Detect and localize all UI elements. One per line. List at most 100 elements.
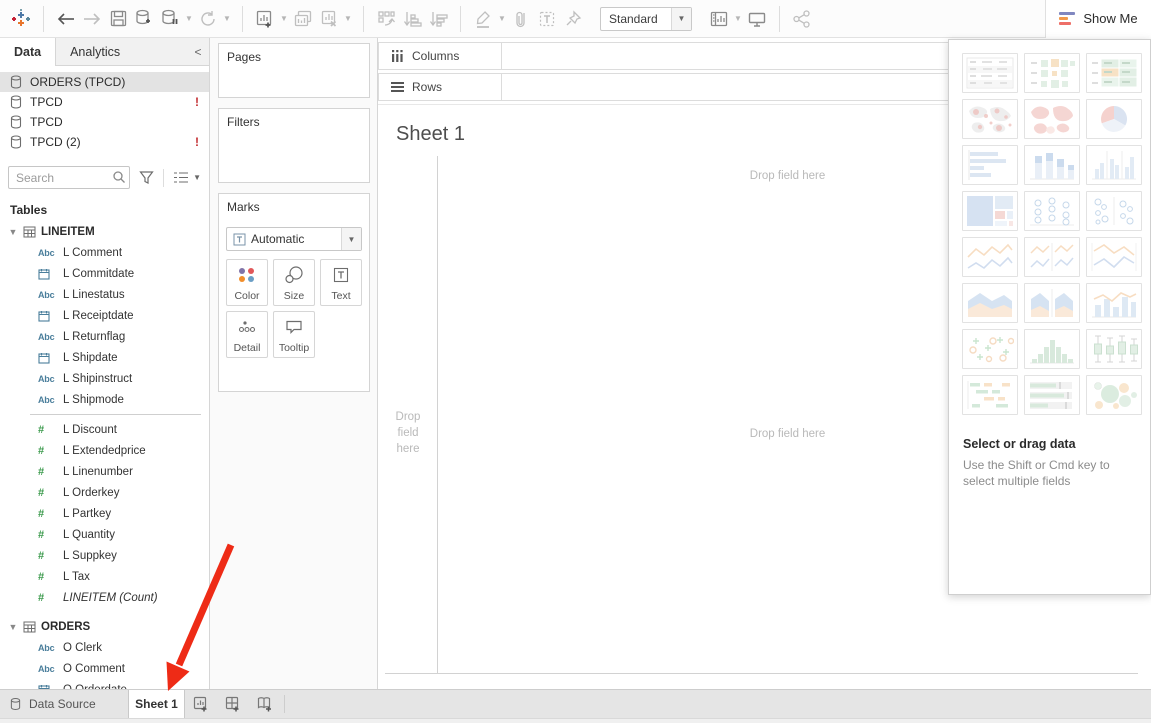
sort-descending-icon[interactable] <box>425 6 451 32</box>
showme-filled-map-icon[interactable] <box>1024 99 1080 139</box>
showme-dual-combination-icon[interactable] <box>1086 283 1142 323</box>
data-source-item[interactable]: ORDERS (TPCD) <box>0 72 209 92</box>
new-worksheet-tab-button[interactable] <box>185 690 217 718</box>
field-row[interactable]: AbcL Comment <box>0 242 209 263</box>
field-row[interactable]: L Shipdate <box>0 347 209 368</box>
showme-side-by-side-bars-icon[interactable] <box>1086 145 1142 185</box>
showme-stacked-bars-icon[interactable] <box>1024 145 1080 185</box>
showme-pie-chart-icon[interactable] <box>1086 99 1142 139</box>
filters-card[interactable]: Filters <box>218 108 370 183</box>
tableau-logo-icon[interactable] <box>8 6 34 32</box>
text-button[interactable]: Text <box>320 259 362 306</box>
detail-button[interactable]: Detail <box>226 311 268 358</box>
color-button[interactable]: Color <box>226 259 268 306</box>
data-source-item[interactable]: TPCD ! <box>0 92 209 112</box>
data-source-item[interactable]: TPCD <box>0 112 209 132</box>
showme-histogram-icon[interactable] <box>1024 329 1080 369</box>
run-auto-updates-caret-icon[interactable]: ▼ <box>221 6 233 32</box>
save-icon[interactable] <box>105 6 131 32</box>
data-source-item[interactable]: TPCD (2) ! <box>0 132 209 152</box>
new-dashboard-tab-button[interactable] <box>217 690 249 718</box>
tab-analytics[interactable]: Analytics <box>56 38 134 65</box>
chevron-down-icon[interactable]: ▼ <box>8 622 18 632</box>
showme-discrete-lines-icon[interactable] <box>1024 237 1080 277</box>
field-row[interactable]: #L Quantity <box>0 524 209 545</box>
showme-gantt-icon[interactable] <box>962 375 1018 415</box>
field-row[interactable]: #L Orderkey <box>0 482 209 503</box>
showme-continuous-lines-icon[interactable] <box>962 237 1018 277</box>
showme-highlight-table-icon[interactable] <box>1024 53 1080 93</box>
group-members-icon[interactable] <box>508 6 534 32</box>
duplicate-sheet-icon[interactable] <box>290 6 316 32</box>
undo-icon[interactable] <box>53 6 79 32</box>
pages-card[interactable]: Pages <box>218 43 370 98</box>
field-row[interactable]: #LINEITEM (Count) <box>0 587 209 608</box>
collapse-pane-icon[interactable]: < <box>187 38 209 65</box>
field-row[interactable]: AbcL Returnflag <box>0 326 209 347</box>
showme-discrete-area-icon[interactable] <box>1024 283 1080 323</box>
field-row[interactable]: AbcL Linestatus <box>0 284 209 305</box>
fit-selector-caret-icon[interactable]: ▼ <box>671 8 691 30</box>
show-hide-cards-icon[interactable] <box>706 6 732 32</box>
new-worksheet-icon[interactable] <box>252 6 278 32</box>
field-row[interactable]: AbcO Clerk <box>0 637 209 658</box>
highlight-icon[interactable] <box>470 6 496 32</box>
showme-treemap-icon[interactable] <box>962 191 1018 231</box>
new-story-tab-button[interactable] <box>249 690 281 718</box>
field-row[interactable]: #L Suppkey <box>0 545 209 566</box>
showme-dual-lines-icon[interactable] <box>1086 237 1142 277</box>
size-button[interactable]: Size <box>273 259 315 306</box>
field-row[interactable]: AbcO Comment <box>0 658 209 679</box>
field-row[interactable]: L Commitdate <box>0 263 209 284</box>
showme-continuous-area-icon[interactable] <box>962 283 1018 323</box>
showme-horizontal-bars-icon[interactable] <box>962 145 1018 185</box>
mark-type-caret-icon[interactable]: ▼ <box>341 228 361 250</box>
new-data-source-icon[interactable] <box>131 6 157 32</box>
showme-heat-map-icon[interactable] <box>1086 53 1142 93</box>
mark-type-dropdown[interactable]: Automatic ▼ <box>226 227 362 251</box>
showme-scatter-plots-icon[interactable] <box>962 329 1018 369</box>
pause-auto-updates-icon[interactable] <box>157 6 183 32</box>
table-orders[interactable]: ▼ ORDERS <box>0 616 209 637</box>
field-row[interactable]: L Receiptdate <box>0 305 209 326</box>
field-row[interactable]: #L Discount <box>0 419 209 440</box>
share-workbook-icon[interactable] <box>789 6 815 32</box>
show-me-button[interactable]: Show Me <box>1045 0 1151 38</box>
pause-auto-updates-caret-icon[interactable]: ▼ <box>183 6 195 32</box>
chevron-down-icon[interactable]: ▼ <box>8 227 18 237</box>
show-hide-cards-caret-icon[interactable]: ▼ <box>732 6 744 32</box>
field-row[interactable]: #L Extendedprice <box>0 440 209 461</box>
tab-sheet-1[interactable]: Sheet 1 <box>128 690 185 718</box>
view-options-caret-icon[interactable]: ▼ <box>193 173 201 182</box>
field-row[interactable]: #L Tax <box>0 566 209 587</box>
run-auto-updates-icon[interactable] <box>195 6 221 32</box>
showme-packed-bubbles-icon[interactable] <box>1086 375 1142 415</box>
tooltip-button[interactable]: Tooltip <box>273 311 315 358</box>
highlight-caret-icon[interactable]: ▼ <box>496 6 508 32</box>
sort-ascending-icon[interactable] <box>399 6 425 32</box>
view-options-icon[interactable] <box>173 171 189 184</box>
presentation-mode-icon[interactable] <box>744 6 770 32</box>
fit-selector[interactable]: Standard ▼ <box>600 7 692 31</box>
swap-rows-and-columns-icon[interactable] <box>373 6 399 32</box>
tab-data[interactable]: Data <box>0 38 56 66</box>
clear-sheet-icon[interactable] <box>316 6 342 32</box>
show-mark-labels-icon[interactable] <box>534 6 560 32</box>
showme-symbol-map-icon[interactable] <box>962 99 1018 139</box>
field-row[interactable]: AbcL Shipinstruct <box>0 368 209 389</box>
field-row[interactable]: AbcL Shipmode <box>0 389 209 410</box>
filter-fields-icon[interactable] <box>139 170 154 185</box>
redo-icon[interactable] <box>79 6 105 32</box>
drop-zone-rows[interactable]: Drop field here <box>386 409 430 457</box>
field-row[interactable]: #L Linenumber <box>0 461 209 482</box>
showme-side-by-side-circles-icon[interactable] <box>1086 191 1142 231</box>
showme-circle-views-icon[interactable] <box>1024 191 1080 231</box>
tab-data-source[interactable]: Data Source <box>0 690 128 718</box>
showme-box-and-whisker-icon[interactable] <box>1086 329 1142 369</box>
table-lineitem[interactable]: ▼ LINEITEM <box>0 221 209 242</box>
fix-axes-icon[interactable] <box>560 6 586 32</box>
field-row[interactable]: O Orderdate <box>0 679 209 689</box>
new-worksheet-caret-icon[interactable]: ▼ <box>278 6 290 32</box>
clear-sheet-caret-icon[interactable]: ▼ <box>342 6 354 32</box>
showme-bullet-graphs-icon[interactable] <box>1024 375 1080 415</box>
